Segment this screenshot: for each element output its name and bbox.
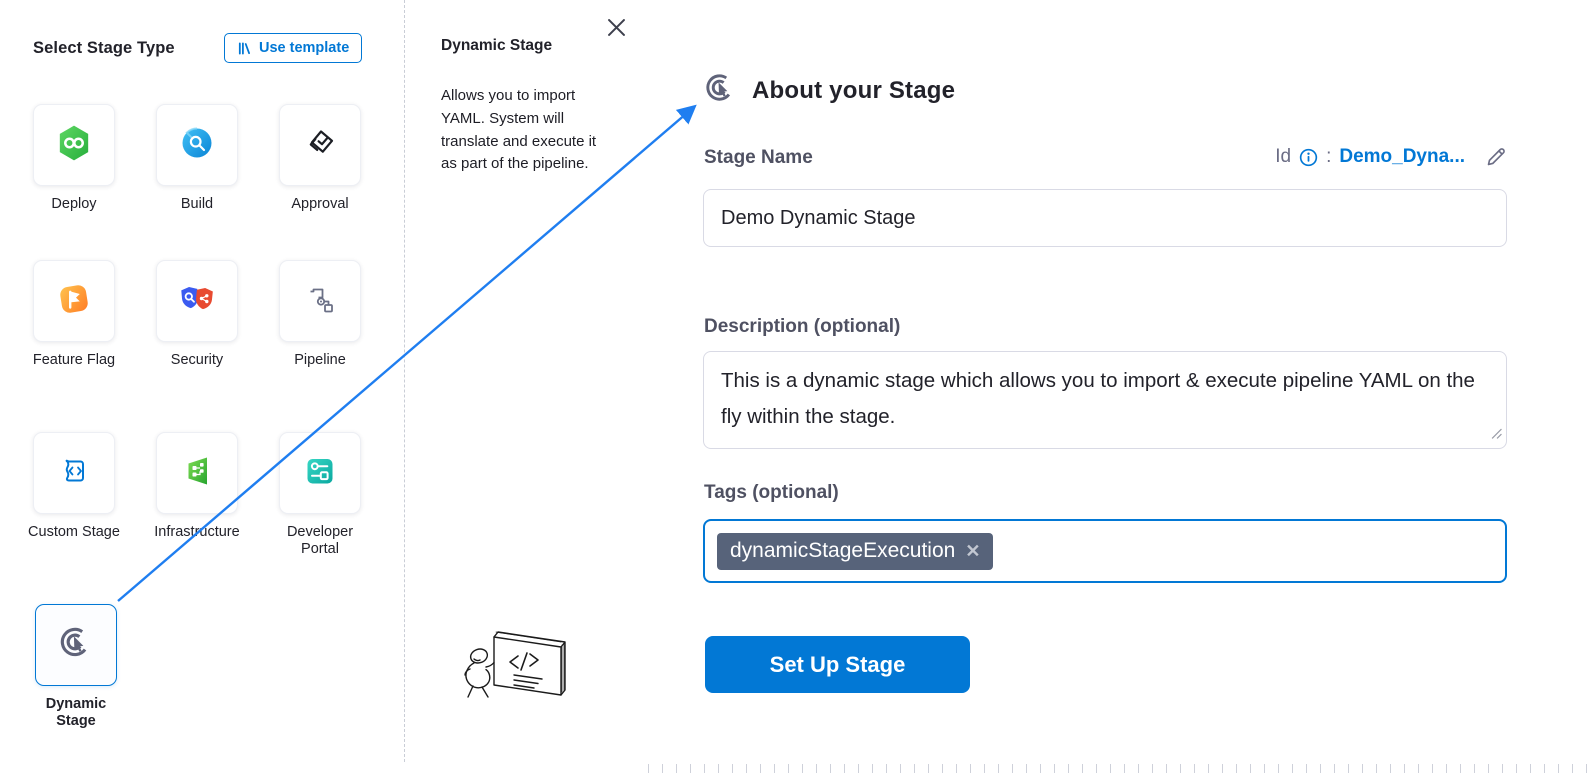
feature-flag-icon [54, 279, 94, 324]
tag-chip: dynamicStageExecution ✕ [717, 533, 993, 570]
stage-tile-label: Feature Flag [22, 352, 126, 369]
deploy-icon [53, 122, 95, 169]
panel-divider [404, 0, 405, 762]
tags-input[interactable]: dynamicStageExecution ✕ [703, 519, 1507, 583]
resize-handle-icon[interactable] [1491, 426, 1502, 444]
pipeline-icon [300, 279, 340, 324]
stage-tile-approval[interactable]: Approval [279, 104, 361, 186]
whiteboard-illustration-icon [458, 623, 583, 728]
stage-tile-label: Build [145, 196, 249, 213]
stage-tile-label: Infrastructure [145, 524, 249, 541]
dynamic-stage-icon [701, 69, 740, 113]
info-icon[interactable] [1299, 148, 1318, 167]
stage-name-label: Stage Name [704, 147, 813, 169]
tags-label: Tags (optional) [704, 482, 839, 504]
stage-tile-deploy[interactable]: Deploy [33, 104, 115, 186]
description-input[interactable]: This is a dynamic stage which allows you… [703, 351, 1507, 449]
stage-tile-label: Deploy [22, 196, 126, 213]
stage-id-value[interactable]: Demo_Dyna... [1339, 146, 1465, 168]
description-label: Description (optional) [704, 316, 900, 338]
security-icon [175, 279, 219, 324]
stage-tile-dynamic-stage[interactable]: Dynamic Stage [35, 604, 117, 686]
use-template-button[interactable]: Use template [224, 33, 362, 63]
stage-id-row: Id : Demo_Dyna... [1180, 146, 1507, 168]
info-panel-description: Allows you to import YAML. System will t… [441, 85, 605, 176]
description-field-wrap: This is a dynamic stage which allows you… [703, 351, 1507, 449]
stage-tile-label: Custom Stage [22, 524, 126, 541]
page-title: Select Stage Type [33, 39, 175, 58]
stage-tile-label: Developer Portal [268, 524, 372, 558]
stage-tile-label: Security [145, 352, 249, 369]
id-label: Id [1275, 146, 1291, 168]
set-up-stage-button[interactable]: Set Up Stage [705, 636, 970, 693]
edit-pencil-icon[interactable] [1485, 146, 1507, 168]
stage-tile-label: Dynamic Stage [36, 696, 116, 730]
stage-tile-security[interactable]: Security [156, 260, 238, 342]
infrastructure-icon [177, 451, 217, 496]
close-icon[interactable] [603, 14, 629, 40]
form-title: About your Stage [752, 77, 955, 105]
dynamic-stage-icon [55, 622, 97, 669]
tag-chip-text: dynamicStageExecution [730, 539, 955, 563]
id-separator: : [1326, 146, 1331, 168]
custom-stage-icon [54, 451, 94, 496]
stage-tile-build[interactable]: Build [156, 104, 238, 186]
tag-remove-icon[interactable]: ✕ [965, 542, 980, 560]
stage-name-input[interactable] [703, 189, 1507, 247]
stage-tile-developer-portal[interactable]: Developer Portal [279, 432, 361, 514]
approval-icon [300, 123, 340, 168]
developer-portal-icon [300, 451, 340, 496]
template-library-icon [237, 41, 252, 56]
stage-tile-custom-stage[interactable]: Custom Stage [33, 432, 115, 514]
info-panel-title: Dynamic Stage [441, 37, 552, 55]
stage-tile-pipeline[interactable]: Pipeline [279, 260, 361, 342]
stage-tile-label: Pipeline [268, 352, 372, 369]
pipeline-canvas-grid [648, 764, 1592, 773]
stage-tile-label: Approval [268, 196, 372, 213]
stage-tile-feature-flag[interactable]: Feature Flag [33, 260, 115, 342]
build-icon [177, 123, 217, 168]
use-template-label: Use template [259, 40, 349, 56]
stage-tile-infrastructure[interactable]: Infrastructure [156, 432, 238, 514]
